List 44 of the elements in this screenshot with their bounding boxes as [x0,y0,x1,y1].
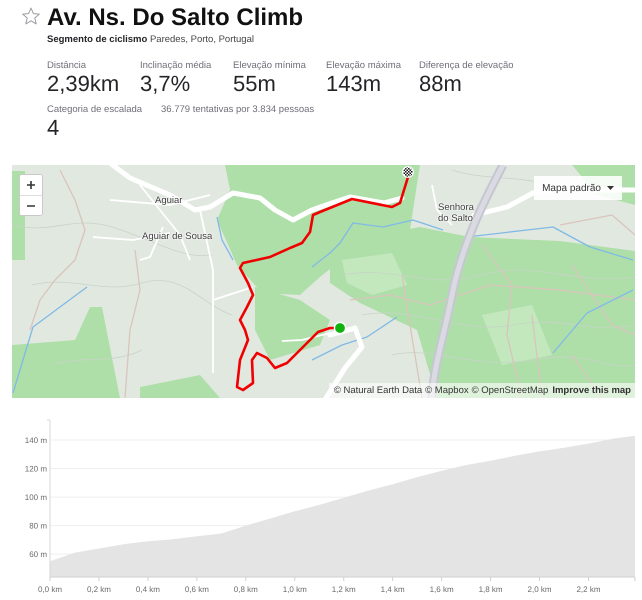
stat-label: Inclinação média [140,60,212,72]
stat-label: Diferença de elevação [419,60,512,72]
place-label: Aguiar [155,195,182,206]
x-tick-label: 1,4 km [380,585,405,594]
improve-map-link[interactable]: Improve this map [552,383,631,398]
x-tick-label: 2,2 km [576,585,600,594]
stat-value: 4 [47,116,60,140]
stat-label: Elevação mínima [233,60,307,72]
x-tick-label: 1,2 km [332,585,356,594]
stat-value: 88m [419,72,463,96]
y-tick-label: 100 m [24,493,47,502]
y-tick-label: 80 m [29,522,47,531]
segment-title: Av. Ns. Do Salto Climb [47,4,304,32]
x-tick-label: 2,0 km [528,585,552,594]
stat-value: 143m [326,72,382,96]
place-label: Aguiar de Sousa [142,231,212,242]
attempts-text: 36.779 tentativas por 3.834 pessoas [161,104,314,116]
x-tick-label: 1,6 km [430,585,454,594]
place-label: Senhora do Salto [438,202,475,224]
stat-value: 3,7% [140,72,192,96]
attribution-link[interactable]: © Mapbox [425,383,469,398]
minus-icon [27,204,35,206]
map-style-dropdown[interactable]: Mapa padrão [534,176,622,200]
attribution-link[interactable]: © Natural Earth Data [334,383,422,398]
x-tick-label: 1,0 km [282,585,307,594]
x-tick-label: 0,2 km [86,585,111,594]
x-tick-label: 0,6 km [184,585,209,594]
x-tick-label: 1,8 km [478,585,503,594]
stat-label: Elevação máxima [326,60,402,72]
plus-icon [27,181,35,189]
y-tick-label: 120 m [24,464,47,474]
x-tick-label: 0,0 km [38,585,62,594]
x-tick-label: 0,8 km [234,585,258,594]
stat-value: 2,39km [47,72,120,96]
attribution-link[interactable]: © OpenStreetMap [472,383,548,398]
stat-value: 55m [233,72,277,96]
y-tick-label: 60 m [29,550,47,560]
star-icon[interactable] [22,7,40,25]
y-tick-label: 140 m [24,436,47,445]
caret-icon [607,186,614,190]
stat-label: Distância [47,60,88,72]
x-tick-label: 0,4 km [136,585,160,594]
stat-label: Categoria de escalada [47,104,144,116]
segment-subtitle: Segmento de ciclismo Paredes, Porto, Portugal [47,34,255,46]
